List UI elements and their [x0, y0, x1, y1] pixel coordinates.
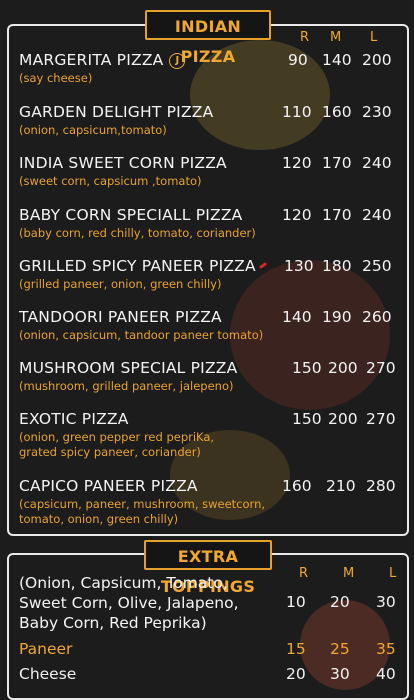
menu-item: MARGERITA PIZZA J (say cheese) 90 140 200 — [19, 51, 405, 86]
item-desc: tomato, onion, green chilly) — [19, 512, 179, 526]
size-header-l: L — [389, 566, 397, 581]
menu-item: EXOTIC PIZZA (onion, green pepper red pe… — [19, 410, 405, 460]
item-name: MARGERITA PIZZA — [19, 51, 164, 69]
price-m: 200 — [328, 359, 358, 377]
item-prices: 140 190 260 — [282, 308, 402, 328]
item-desc: grated spicy paneer, coriander) — [19, 445, 201, 459]
price-r: 140 — [282, 308, 312, 326]
price-l: 200 — [362, 51, 392, 69]
item-prices: 130 180 250 — [282, 257, 402, 277]
menu-item: TANDOORI PANEER PIZZA (onion, capsicum, … — [19, 308, 405, 343]
item-desc: (grilled paneer, onion, green chilly) — [19, 277, 222, 291]
menu-item: BABY CORN SPECIALL PIZZA (baby corn, red… — [19, 206, 405, 241]
menu-title: INDIAN PIZZA — [145, 10, 271, 66]
menu-item: CAPICO PANEER PIZZA (capsicum, paneer, m… — [19, 477, 405, 527]
price-m: 25 — [330, 640, 350, 658]
price-m: 170 — [322, 206, 352, 224]
menu-item: GRILLED SPICY PANEER PIZZA (grilled pane… — [19, 257, 405, 292]
price-m: 190 — [322, 308, 352, 326]
price-r: 150 — [292, 410, 322, 428]
item-desc: (baby corn, red chilly, tomato, coriande… — [19, 226, 256, 240]
item-desc: (mushroom, grilled paneer, jalepeno) — [19, 379, 234, 393]
price-r: 20 — [286, 665, 306, 683]
veg-toppings-prices: 10 20 30 — [19, 593, 399, 613]
size-header-r: R — [300, 30, 310, 45]
size-header-m: M — [330, 30, 342, 45]
item-desc: (sweet corn, capsicum ,tomato) — [19, 174, 202, 188]
menu-item: INDIA SWEET CORN PIZZA (sweet corn, caps… — [19, 154, 405, 189]
price-l: 40 — [376, 665, 396, 683]
veg-toppings-line: Baby Corn, Red Peprika) — [19, 614, 207, 632]
extra-row-paneer: Paneer 15 25 35 — [19, 640, 399, 660]
extra-row-cheese: Cheese 20 30 40 — [19, 665, 399, 685]
item-name: GRILLED SPICY PANEER PIZZA — [19, 257, 256, 275]
item-prices: 90 140 200 — [282, 51, 402, 71]
item-desc: (onion, green pepper red pepriKa, — [19, 430, 215, 444]
price-m: 30 — [330, 665, 350, 683]
price-r: 150 — [292, 359, 322, 377]
extra-label: Paneer — [19, 640, 73, 658]
price-r: 10 — [286, 593, 306, 611]
price-l: 30 — [376, 593, 396, 611]
price-m: 160 — [322, 103, 352, 121]
price-l: 230 — [362, 103, 392, 121]
price-r: 90 — [288, 51, 308, 69]
price-l: 270 — [366, 410, 396, 428]
price-r: 120 — [282, 154, 312, 172]
item-desc: (onion, capsicum, tandoor paneer tomato) — [19, 328, 264, 342]
chilli-icon — [258, 261, 267, 270]
price-r: 160 — [282, 477, 312, 495]
veg-toppings-line: (Onion, Capsicum, Tomato, — [19, 574, 228, 592]
price-r: 110 — [282, 103, 312, 121]
extras-title: EXTRA TOPPINGS — [144, 540, 272, 596]
price-l: 270 — [366, 359, 396, 377]
jain-badge-icon: J — [169, 53, 186, 69]
menu-item: GARDEN DELIGHT PIZZA (onion, capsicum,to… — [19, 103, 405, 138]
price-r: 130 — [284, 257, 314, 275]
item-desc: (capsicum, paneer, mushroom, sweetcorn, — [19, 497, 266, 511]
price-r: 120 — [282, 206, 312, 224]
size-headers: R M L — [297, 30, 397, 46]
extras-size-headers: R M L — [295, 566, 400, 582]
item-desc: (onion, capsicum,tomato) — [19, 123, 167, 137]
price-m: 20 — [330, 593, 350, 611]
price-l: 240 — [362, 154, 392, 172]
price-m: 170 — [322, 154, 352, 172]
price-l: 240 — [362, 206, 392, 224]
price-l: 260 — [362, 308, 392, 326]
item-prices: 160 210 280 — [282, 477, 402, 497]
item-prices: 150 200 270 — [282, 359, 402, 379]
price-m: 180 — [322, 257, 352, 275]
size-header-r: R — [299, 566, 309, 581]
price-l: 35 — [376, 640, 396, 658]
price-m: 210 — [326, 477, 356, 495]
item-prices: 150 200 270 — [282, 410, 402, 430]
price-l: 250 — [362, 257, 392, 275]
item-prices: 120 170 240 — [282, 154, 402, 174]
price-l: 280 — [366, 477, 396, 495]
size-header-m: M — [343, 566, 355, 581]
item-desc: (say cheese) — [19, 71, 93, 85]
size-header-l: L — [370, 30, 378, 45]
menu-item: MUSHROOM SPECIAL PIZZA (mushroom, grille… — [19, 359, 405, 394]
price-r: 15 — [286, 640, 306, 658]
extra-label: Cheese — [19, 665, 77, 683]
item-prices: 120 170 240 — [282, 206, 402, 226]
price-m: 200 — [328, 410, 358, 428]
item-prices: 110 160 230 — [282, 103, 402, 123]
price-m: 140 — [322, 51, 352, 69]
